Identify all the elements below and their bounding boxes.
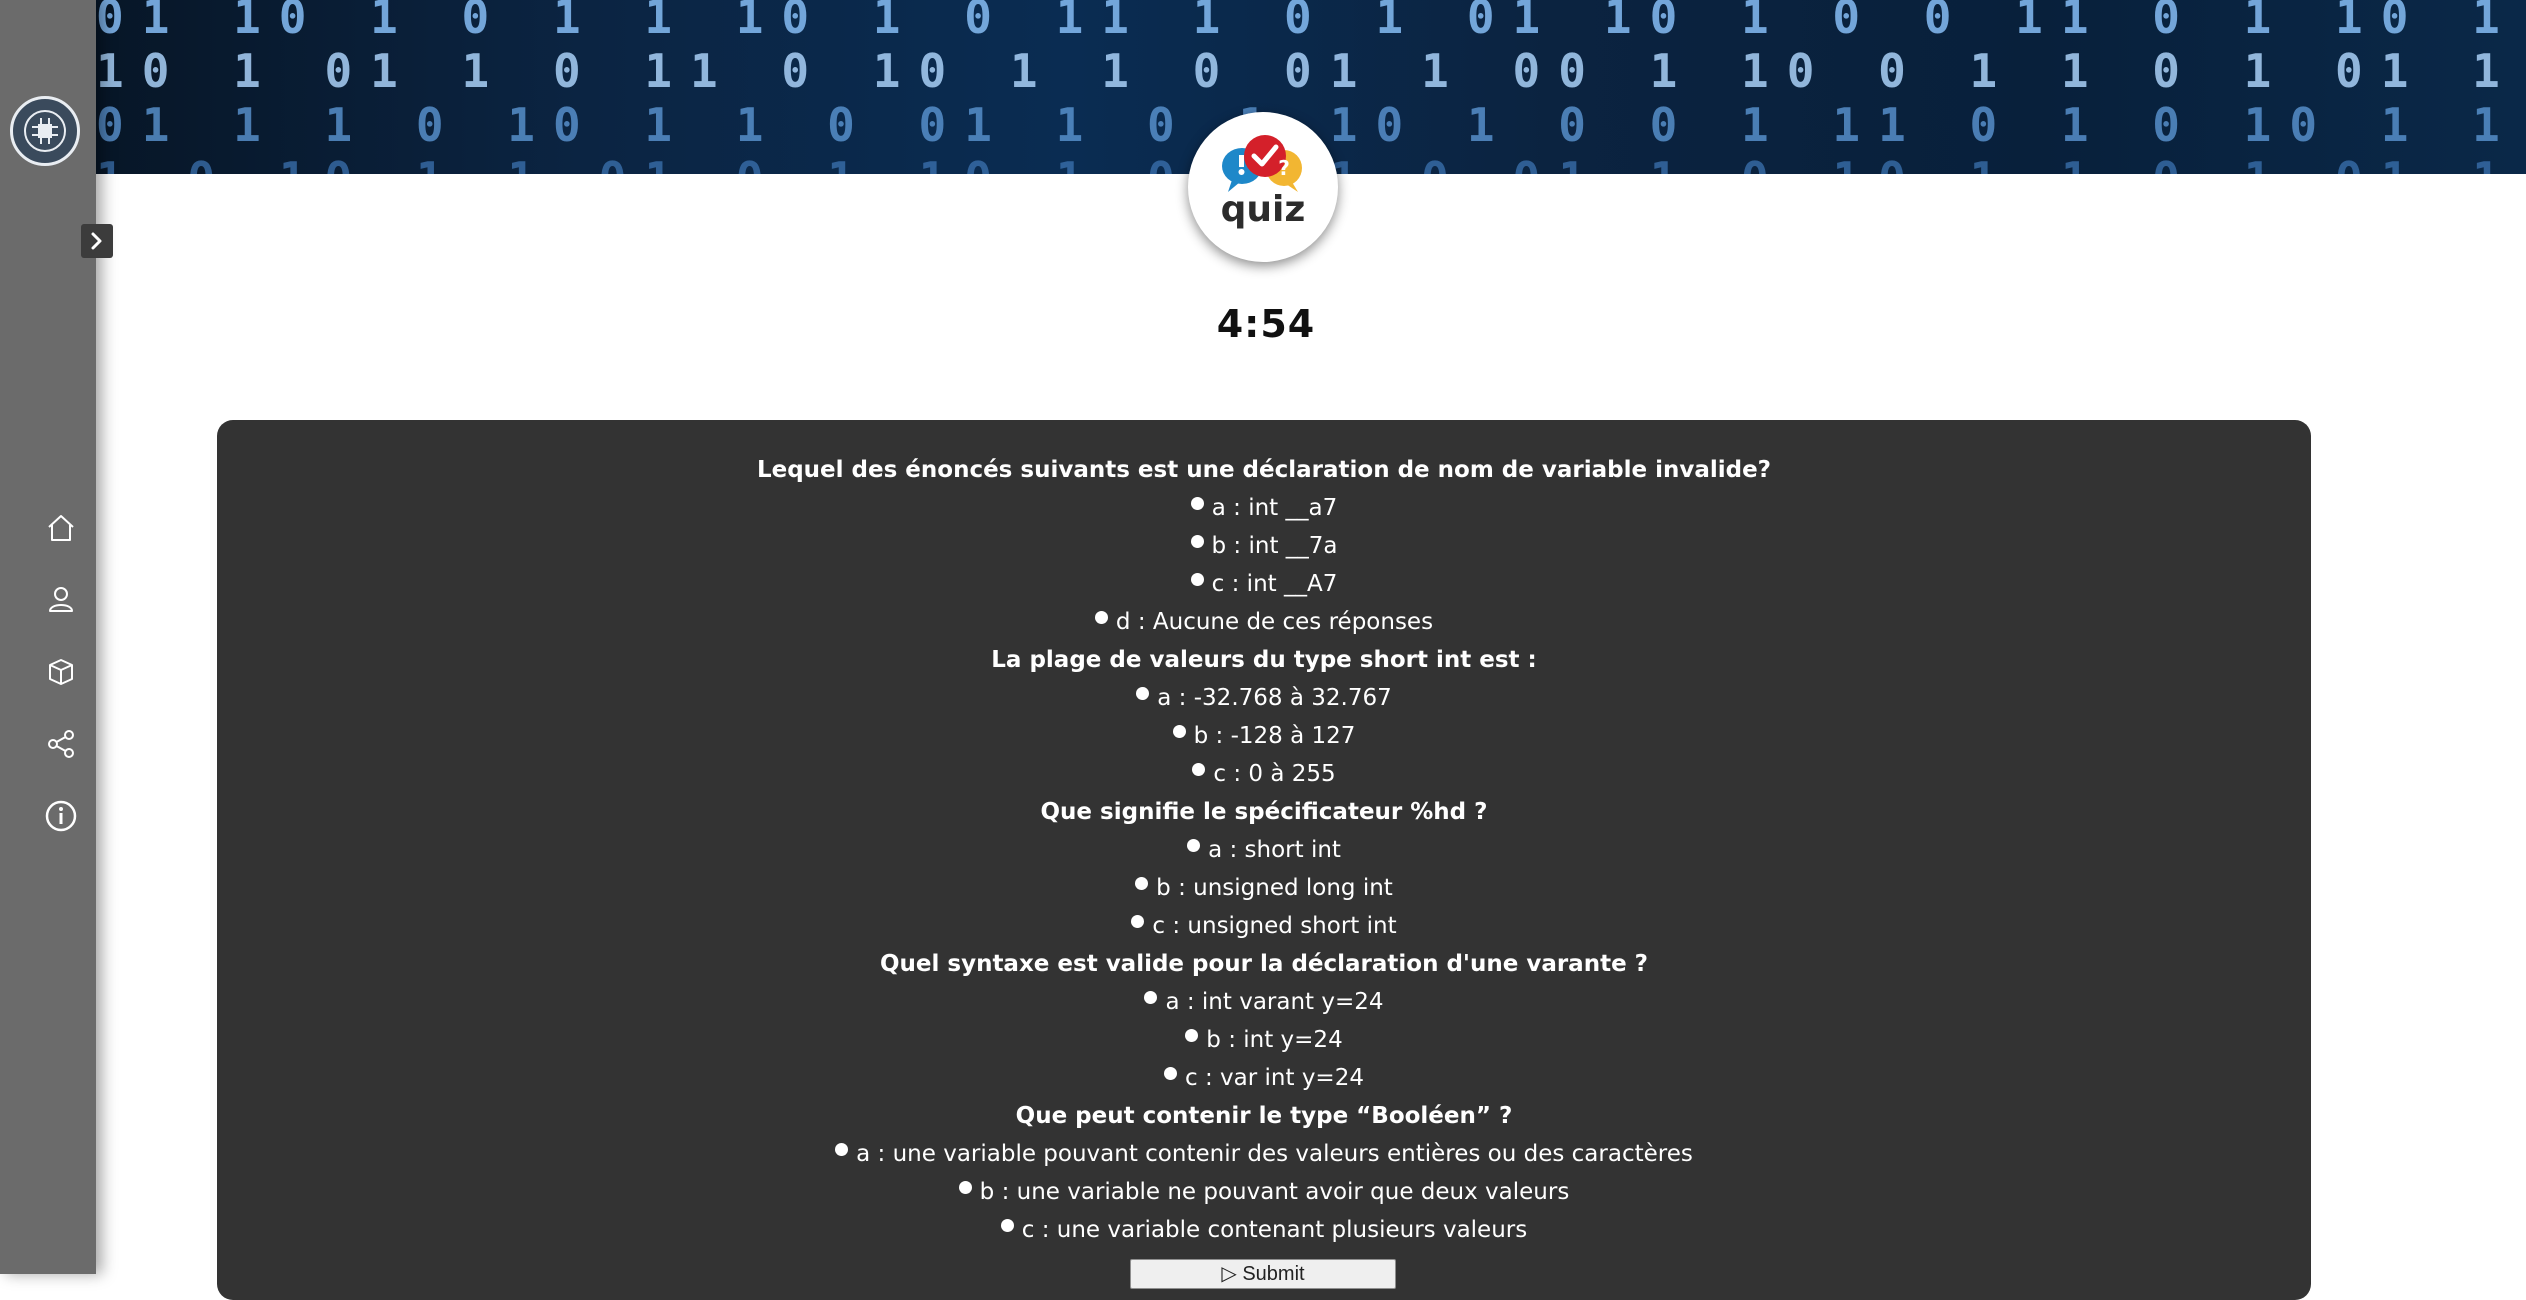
quiz-logo-icon: ?	[1222, 135, 1302, 192]
nav-info-icon[interactable]	[40, 795, 82, 837]
answer-option[interactable]: a : int __a7	[217, 493, 2311, 523]
answer-option[interactable]: c : une variable contenant plusieurs val…	[217, 1215, 2311, 1245]
nav-user-icon[interactable]	[40, 578, 82, 620]
answer-option[interactable]: b : une variable ne pouvant avoir que de…	[217, 1177, 2311, 1207]
radio-button[interactable]	[1185, 1028, 1199, 1042]
answer-option[interactable]: b : int y=24	[217, 1025, 2311, 1055]
radio-button[interactable]	[1135, 876, 1149, 890]
sidebar-toggle-button[interactable]	[81, 224, 113, 258]
answer-option[interactable]: a : short int	[217, 835, 2311, 865]
nav-home-icon[interactable]	[40, 507, 82, 549]
answer-option[interactable]: b : -128 à 127	[217, 721, 2311, 751]
nav-box-icon[interactable]	[40, 651, 82, 693]
radio-button[interactable]	[1190, 496, 1204, 510]
answer-option[interactable]: b : unsigned long int	[217, 873, 2311, 903]
answer-option[interactable]: c : int __A7	[217, 569, 2311, 599]
question-2: La plage de valeurs du type short int es…	[991, 647, 1537, 673]
radio-button[interactable]	[1190, 534, 1204, 548]
quiz-panel: Lequel des énoncés suivants est une décl…	[217, 420, 2311, 1300]
radio-button[interactable]	[1131, 914, 1145, 928]
question-4: Quel syntaxe est valide pour la déclarat…	[879, 951, 1649, 977]
question-3: Que signifie le spécificateur %hd ?	[1040, 799, 1488, 825]
radio-button[interactable]	[1187, 838, 1201, 852]
countdown-timer: 4:54	[1216, 302, 1316, 346]
radio-button[interactable]	[1136, 686, 1150, 700]
sidebar	[0, 0, 96, 1274]
answer-option[interactable]: c : unsigned short int	[217, 911, 2311, 941]
answer-option[interactable]: b : int __7a	[217, 531, 2311, 561]
radio-button[interactable]	[1144, 990, 1158, 1004]
quiz-badge: ? quiz	[1188, 112, 1338, 262]
answer-option[interactable]: a : -32.768 à 32.767	[217, 683, 2311, 713]
answer-option[interactable]: a : int varant y=24	[217, 987, 2311, 1017]
question-5: Que peut contenir le type “Booléen” ?	[1015, 1103, 1513, 1129]
radio-button[interactable]	[1094, 610, 1108, 624]
submit-button[interactable]: ▷ Submit	[1130, 1259, 1396, 1289]
answer-option[interactable]: d : Aucune de ces réponses	[217, 607, 2311, 637]
question-1: Lequel des énoncés suivants est une décl…	[756, 457, 1772, 483]
radio-button[interactable]	[1000, 1218, 1014, 1232]
radio-button[interactable]	[1172, 724, 1186, 738]
site-logo-icon[interactable]	[10, 96, 80, 166]
chevron-right-icon	[91, 232, 102, 250]
radio-button[interactable]	[1164, 1066, 1178, 1080]
answer-option[interactable]: c : var int y=24	[217, 1063, 2311, 1093]
answer-option[interactable]: c : 0 à 255	[217, 759, 2311, 789]
svg-text:?: ?	[1278, 156, 1290, 180]
radio-button[interactable]	[1192, 762, 1206, 776]
radio-button[interactable]	[958, 1180, 972, 1194]
binary-row: 01 10 1 0 1 1 10 1 0 11 1 0 1 01 10 1 0 …	[96, 0, 2526, 44]
radio-button[interactable]	[1190, 572, 1204, 586]
binary-row: 10 1 01 1 0 11 0 10 1 1 0 01 1 00 1 10 0…	[96, 44, 2526, 98]
answer-option[interactable]: a : une variable pouvant contenir des va…	[217, 1139, 2311, 1169]
nav-share-icon[interactable]	[40, 723, 82, 765]
quiz-badge-label: quiz	[1220, 189, 1306, 230]
radio-button[interactable]	[835, 1142, 849, 1156]
